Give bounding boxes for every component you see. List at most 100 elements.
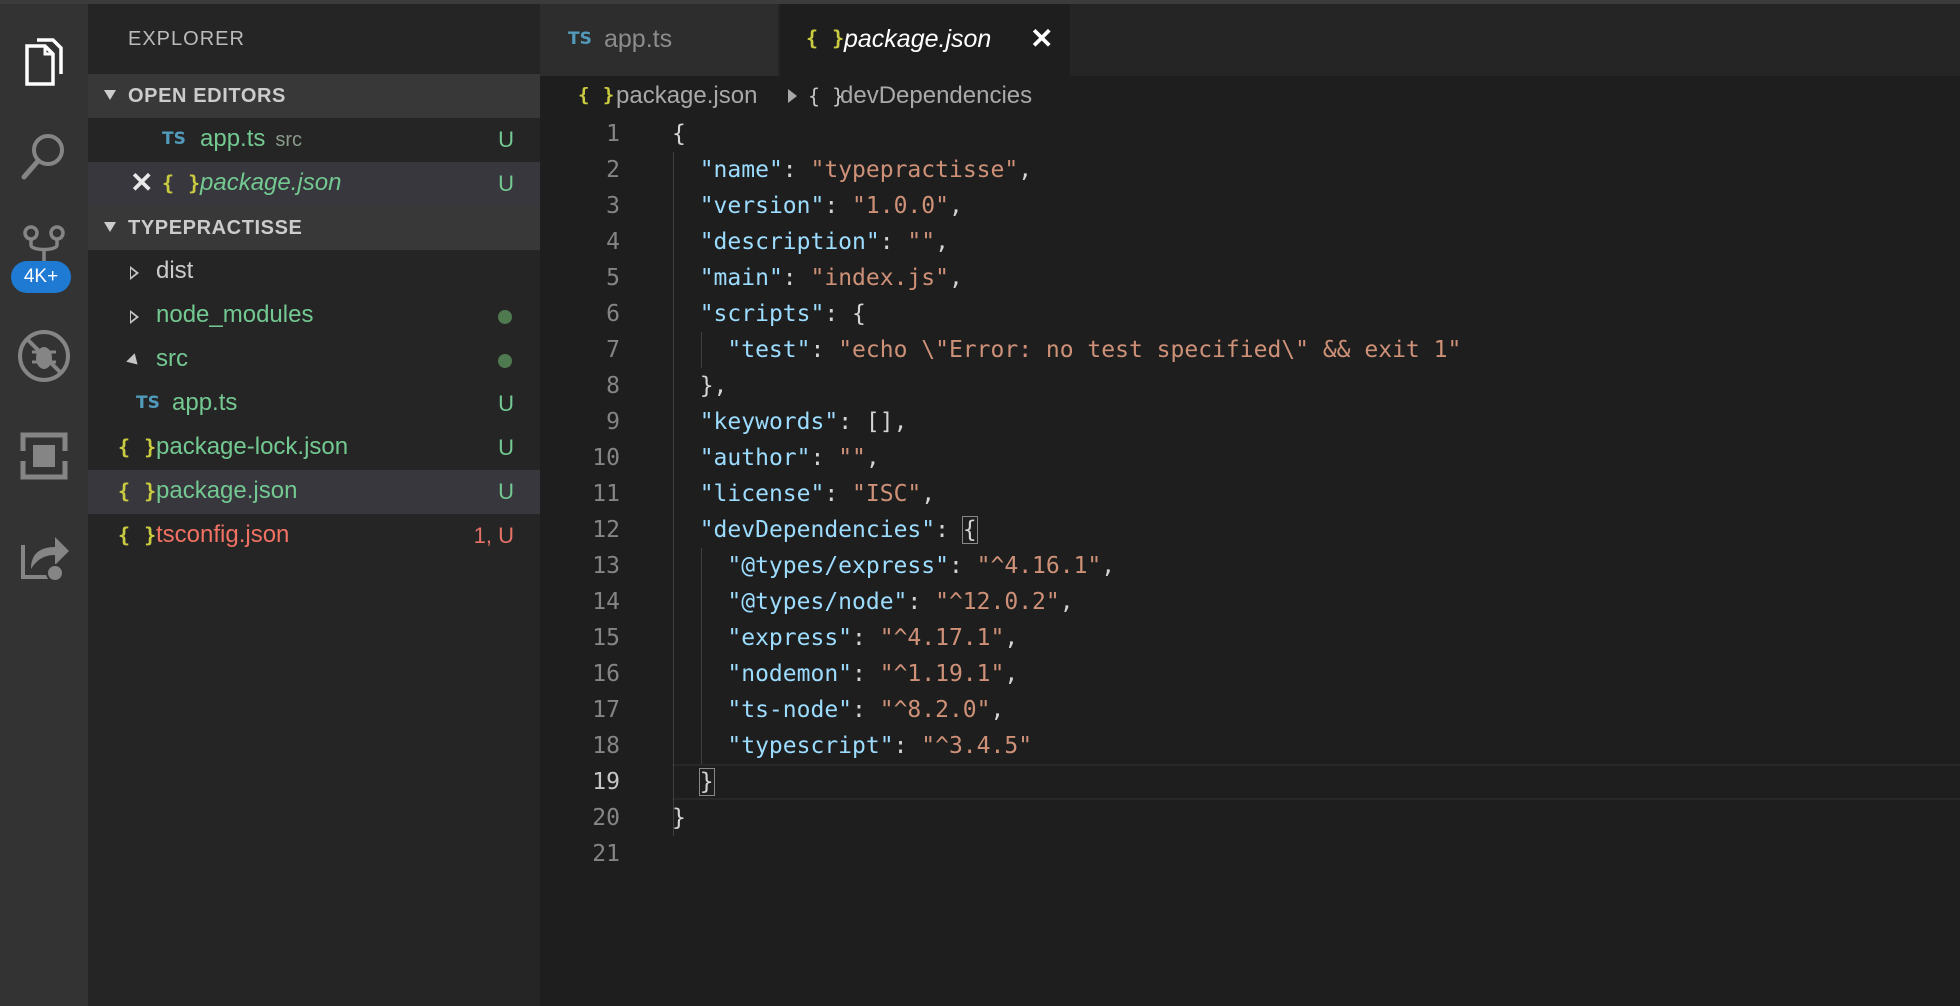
code-line[interactable]: "description": "", <box>672 224 949 260</box>
tree-item-src[interactable]: src <box>88 338 540 382</box>
code-line[interactable]: "ts-node": "^8.2.0", <box>672 692 1004 728</box>
git-status-badge: U <box>498 171 514 196</box>
json-punctuation: } <box>672 805 686 831</box>
breadcrumb-symbol[interactable]: devDependencies <box>840 82 1032 110</box>
code-line[interactable]: "nodemon": "^1.19.1", <box>672 656 1018 692</box>
json-string: "1.0.0" <box>852 193 949 219</box>
json-key: "express" <box>727 625 853 651</box>
json-punctuation: , <box>1059 589 1074 615</box>
json-key: "main" <box>699 265 783 291</box>
json-key: "scripts" <box>699 301 825 327</box>
json-punctuation: , <box>935 229 949 255</box>
tab-app-ts[interactable]: TS app.ts <box>540 4 778 76</box>
code-line[interactable]: } <box>672 800 686 836</box>
typescript-file-icon: TS <box>568 29 592 49</box>
project-header[interactable]: TYPEPRACTISSE <box>88 206 540 250</box>
code-line[interactable]: "author": "", <box>672 440 880 476</box>
typescript-file-icon: TS <box>162 129 186 149</box>
code-area[interactable]: { "name": "typepractisse", "version": "1… <box>672 116 1960 1006</box>
line-number: 18 <box>592 733 620 759</box>
line-number: 7 <box>606 337 620 363</box>
json-punctuation: } <box>698 768 715 796</box>
tree-item-app-ts[interactable]: TS app.ts U <box>88 382 540 426</box>
code-line[interactable]: "@types/node": "^12.0.2", <box>672 584 1074 620</box>
json-punctuation: , <box>921 481 936 507</box>
git-status-badge: U <box>498 479 514 504</box>
json-punctuation: : <box>893 733 922 759</box>
open-editors-header[interactable]: OPEN EDITORS <box>88 74 540 118</box>
sidebar-title: EXPLORER <box>128 28 245 50</box>
code-line[interactable]: "keywords": [], <box>672 404 908 440</box>
code-line[interactable]: "test": "echo \"Error: no test specified… <box>672 332 1461 368</box>
code-line[interactable]: } <box>672 764 715 800</box>
tree-item-tsconfig-json[interactable]: { } tsconfig.json 1, U <box>88 514 540 558</box>
open-editor-item-package-json[interactable]: ✕ { } package.json U <box>88 162 540 206</box>
code-line[interactable]: }, <box>672 368 728 404</box>
code-line[interactable]: "devDependencies": { <box>672 512 978 548</box>
code-line[interactable]: "scripts": { <box>672 296 866 332</box>
code-line[interactable]: "typescript": "^3.4.5" <box>672 728 1032 764</box>
json-file-icon: { } <box>118 523 158 547</box>
chevron-right-icon <box>130 266 139 280</box>
breadcrumb-file[interactable]: package.json <box>616 82 757 110</box>
json-punctuation: , <box>1018 157 1033 183</box>
line-number: 4 <box>606 229 620 255</box>
json-string: "" <box>838 445 866 471</box>
code-line[interactable]: "@types/express": "^4.16.1", <box>672 548 1115 584</box>
close-icon[interactable]: ✕ <box>1030 22 1053 55</box>
line-number: 9 <box>606 409 620 435</box>
line-number: 12 <box>592 517 620 543</box>
line-number: 14 <box>592 589 620 615</box>
code-line[interactable]: "license": "ISC", <box>672 476 935 512</box>
tree-item-package-json[interactable]: { } package.json U <box>88 470 540 514</box>
json-file-icon: { } <box>118 479 158 503</box>
open-editor-item-app-ts[interactable]: TS app.ts src U <box>88 118 540 162</box>
object-symbol-icon: { } <box>808 84 845 108</box>
json-string: "^1.19.1" <box>879 661 1005 687</box>
extensions-icon[interactable] <box>0 412 88 500</box>
json-string: "^4.16.1" <box>976 553 1102 579</box>
json-punctuation: : <box>852 625 880 651</box>
line-number: 10 <box>592 445 620 471</box>
live-share-icon[interactable] <box>0 512 88 600</box>
json-punctuation: : <box>782 265 811 291</box>
json-string: "index.js" <box>810 265 949 291</box>
explorer-icon[interactable] <box>0 18 88 106</box>
code-line[interactable]: "main": "index.js", <box>672 260 963 296</box>
json-key: "test" <box>727 337 811 363</box>
code-line[interactable]: "name": "typepractisse", <box>672 152 1032 188</box>
line-number: 13 <box>592 553 620 579</box>
search-icon[interactable] <box>0 112 88 200</box>
tree-item-node-modules[interactable]: node_modules <box>88 294 540 338</box>
tab-package-json[interactable]: { } package.json ✕ <box>780 4 1070 76</box>
json-punctuation: : <box>852 661 880 687</box>
tree-item-label: src <box>156 345 188 372</box>
tree-item-dist[interactable]: dist <box>88 250 540 294</box>
json-punctuation: : <box>852 697 880 723</box>
git-status-badge: U <box>498 435 514 460</box>
tree-item-package-lock-json[interactable]: { } package-lock.json U <box>88 426 540 470</box>
chevron-down-icon <box>104 222 116 232</box>
code-editor[interactable]: 1 2 3 4 5 6 7 8 9 10 11 12 13 14 15 16 17 18 19 20 21 { "nam… <box>540 116 1960 1006</box>
code-line[interactable]: "version": "1.0.0", <box>672 188 963 224</box>
json-key: "@types/express" <box>727 553 949 579</box>
json-key: "description" <box>699 229 880 255</box>
json-punctuation: : <box>907 589 936 615</box>
open-editors-label: OPEN EDITORS <box>128 84 286 107</box>
json-file-icon: { } <box>578 84 616 106</box>
typescript-file-icon: TS <box>136 393 160 413</box>
json-punctuation: : <box>879 229 908 255</box>
code-line[interactable]: "express": "^4.17.1", <box>672 620 1018 656</box>
code-line[interactable]: { <box>672 116 686 152</box>
chevron-right-icon <box>788 89 797 103</box>
close-icon[interactable]: ✕ <box>130 166 153 199</box>
debug-icon[interactable] <box>0 312 88 400</box>
json-string: "" <box>907 229 936 255</box>
